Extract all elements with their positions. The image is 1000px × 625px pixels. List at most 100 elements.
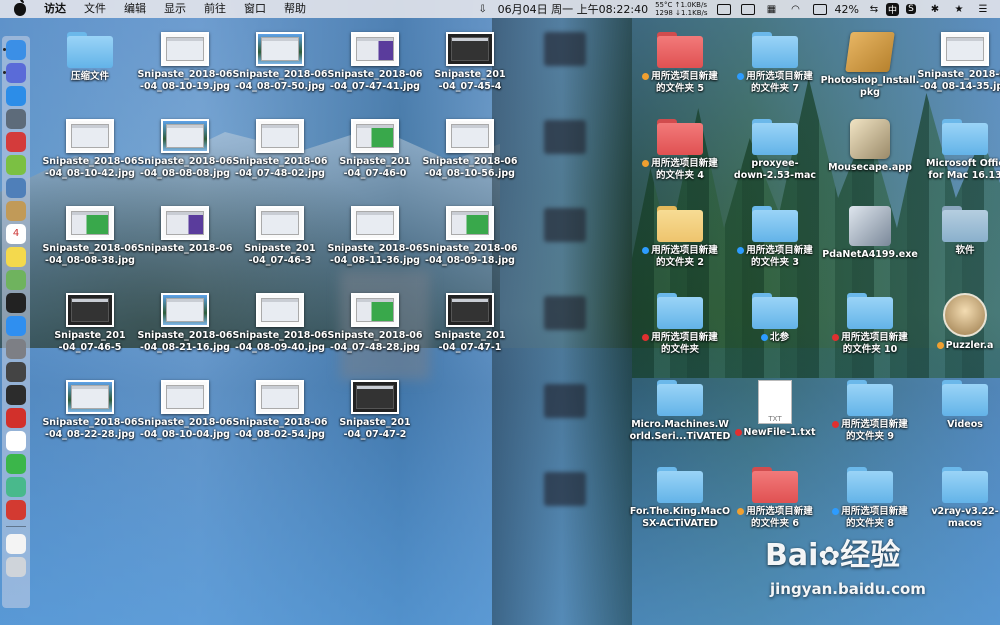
dock-vivaldi-icon[interactable] xyxy=(6,407,26,428)
desktop-folder[interactable]: 用所选项目新建 的文件夹 6 xyxy=(727,467,823,529)
network-stats[interactable]: 55°C ↑1.0KB/s 1298 ↓1.1KB/s xyxy=(651,1,711,17)
desktop[interactable]: 压缩文件 Snipaste_2018-06 -04_08-10-19.jpg Sni… xyxy=(0,18,1000,625)
desktop-file[interactable]: Snipaste_2018-06 -04_08-02-54.jpg xyxy=(232,380,328,440)
desktop-file[interactable]: Snipaste_2018-06 -04_07-48-02.jpg xyxy=(232,119,328,179)
menu-help[interactable]: 帮助 xyxy=(275,0,315,18)
desktop-folder[interactable]: For.The.King.MacO SX-ACTiVATED xyxy=(630,467,730,529)
desktop-file[interactable]: Snipaste_2018-06 -04_08-21-16.jpg xyxy=(137,293,233,353)
dock-yandex-icon[interactable] xyxy=(6,430,26,451)
dock-app-store-icon[interactable] xyxy=(6,315,26,336)
desktop-folder[interactable]: Microsoft Offic for Mac 16.13 xyxy=(917,119,1000,181)
dock-siri-icon[interactable] xyxy=(3,62,26,83)
desktop-file[interactable]: Snipaste_2018-06 -04_08-10-56.jpg xyxy=(422,119,518,179)
dock-activity-icon[interactable] xyxy=(6,361,26,382)
desktop-folder[interactable]: 用所选项目新建 的文件夹 9 xyxy=(822,380,918,442)
display-icon[interactable] xyxy=(716,3,731,15)
paw-icon: ✿ xyxy=(818,542,841,572)
desktop-folder[interactable]: v2ray-v3.22- macos xyxy=(917,467,1000,529)
desktop-folder[interactable]: Micro.Machines.W orld.Seri...TiVATED xyxy=(630,380,730,442)
dock-launchpad-icon[interactable] xyxy=(6,108,26,129)
wifi-icon[interactable]: ◠ xyxy=(789,3,803,15)
dock-terminal-icon[interactable] xyxy=(6,292,26,313)
desktop-folder[interactable]: 用所选项目新建 的文件夹 2 xyxy=(632,206,728,268)
menu-edit[interactable]: 编辑 xyxy=(115,0,155,18)
desktop-file[interactable]: Snipaste_2018-06 xyxy=(137,206,233,255)
desktop-folder[interactable]: 北参 xyxy=(727,293,823,344)
desktop-file[interactable]: Snipaste_2018-06 -04_08-10-04.jpg xyxy=(137,380,233,440)
input-method[interactable]: 中 xyxy=(885,2,899,16)
desktop-folder[interactable]: proxyee- down-2.53-mac xyxy=(727,119,823,181)
apple-icon[interactable] xyxy=(14,0,26,16)
star-icon[interactable]: ★ xyxy=(952,3,966,15)
dock-maps-icon[interactable] xyxy=(6,269,26,290)
desktop-folder[interactable]: 用所选项目新建 的文件夹 7 xyxy=(727,32,823,94)
dock-finder-icon[interactable] xyxy=(3,39,26,60)
dock-notes-book-icon[interactable] xyxy=(6,200,26,221)
desktop-file[interactable]: Snipaste_2018-06 -04_08-09-40.jpg xyxy=(232,293,328,353)
desktop-file[interactable]: Snipaste_2018-06 -04_08-14-35.jpg xyxy=(917,32,1000,92)
dock-netease-music-icon[interactable] xyxy=(6,499,26,520)
desktop-file[interactable]: Snipaste_201 -04_07-47-2 xyxy=(327,380,423,440)
dock-calendar-icon[interactable]: 4 xyxy=(6,223,26,244)
battery-icon[interactable] xyxy=(812,3,827,15)
desktop-file[interactable]: Snipaste_2018-06 -04_07-48-28.jpg xyxy=(327,293,423,353)
desktop-folder[interactable]: 软件 xyxy=(917,206,1000,257)
dock-preview-icon[interactable] xyxy=(6,177,26,198)
menu-go[interactable]: 前往 xyxy=(195,0,235,18)
menu-view[interactable]: 显示 xyxy=(155,0,195,18)
menu-file[interactable]: 文件 xyxy=(75,0,115,18)
desktop-file[interactable]: Snipaste_2018-06 -04_08-07-50.jpg xyxy=(232,32,328,92)
desktop-file[interactable]: Snipaste_2018-06 -04_08-11-36.jpg xyxy=(327,206,423,266)
desktop-file[interactable]: Snipaste_2018-06 -04_07-47-41.jpg xyxy=(327,32,423,92)
dock-wechat-icon[interactable] xyxy=(6,453,26,474)
desktop-folder[interactable]: 用所选项目新建 的文件夹 4 xyxy=(632,119,728,181)
download-icon[interactable]: ⇩ xyxy=(476,3,490,15)
desktop-file[interactable]: Snipaste_201 -04_07-47-1 xyxy=(422,293,518,353)
image-thumbnail-icon xyxy=(66,119,114,153)
dock-document-icon[interactable] xyxy=(6,533,26,554)
dock-stickies-icon[interactable] xyxy=(6,246,26,267)
menu-app-name[interactable]: 访达 xyxy=(35,0,75,18)
desktop-folder[interactable]: 压缩文件 xyxy=(42,32,138,83)
desktop-folder[interactable]: 用所选项目新建 的文件夹 3 xyxy=(727,206,823,268)
desktop-file[interactable]: PdaNetA4199.exe xyxy=(822,206,918,261)
desktop-file[interactable]: Mousecape.app xyxy=(822,119,918,174)
s-icon[interactable]: S xyxy=(904,3,918,15)
desktop-file[interactable]: Photoshop_Install. pkg xyxy=(821,32,919,98)
desktop-file[interactable]: Snipaste_201 -04_07-45-4 xyxy=(422,32,518,92)
desktop-file[interactable]: Snipaste_2018-06 -04_08-10-19.jpg xyxy=(137,32,233,92)
item-label: Snipaste_2018-06 -04_08-10-56.jpg xyxy=(422,156,517,179)
box-icon[interactable] xyxy=(740,3,755,15)
desktop-folder[interactable]: 用所选项目新建 的文件夹 xyxy=(632,293,728,355)
desktop-file[interactable]: Snipaste_2018-06 -04_08-09-18.jpg xyxy=(422,206,518,266)
desktop-file[interactable]: Snipaste_2018-06 -04_08-08-08.jpg xyxy=(137,119,233,179)
desktop-folder[interactable]: 用所选项目新建 的文件夹 5 xyxy=(632,32,728,94)
dock-system-preferences-icon[interactable] xyxy=(6,338,26,359)
dock-eraser-icon[interactable] xyxy=(6,131,26,152)
list-icon[interactable]: ☰ xyxy=(976,3,990,15)
dock-trash-icon[interactable] xyxy=(6,556,26,577)
desktop-file[interactable]: Snipaste_201 -04_07-46-5 xyxy=(42,293,138,353)
bluetooth-icon[interactable]: ✱ xyxy=(928,3,942,15)
desktop-folder[interactable]: 用所选项目新建 的文件夹 10 xyxy=(822,293,918,355)
desktop-file[interactable]: Snipaste_201 -04_07-46-0 xyxy=(327,119,423,179)
thumbnail-window xyxy=(261,37,299,61)
grid-icon[interactable]: ▦ xyxy=(765,3,779,15)
desktop-file[interactable]: TXT NewFile-1.txt xyxy=(727,380,823,439)
desktop-folder[interactable]: 用所选项目新建 的文件夹 8 xyxy=(822,467,918,529)
desktop-file[interactable]: Snipaste_2018-06 -04_08-08-38.jpg xyxy=(42,206,138,266)
dock-safari-icon[interactable] xyxy=(6,85,26,106)
desktop-file[interactable]: Snipaste_201 -04_07-46-3 xyxy=(232,206,328,266)
dock-shadowsocks-icon[interactable] xyxy=(6,476,26,497)
menu-window[interactable]: 窗口 xyxy=(235,0,275,18)
item-label-text: Videos xyxy=(947,419,983,430)
dock-android-icon[interactable] xyxy=(6,154,26,175)
dock-terminal-2-icon[interactable] xyxy=(6,384,26,405)
menubar-datetime[interactable]: 06月04日 周一 上午08:22:40 xyxy=(495,1,651,17)
tab-icon[interactable]: ⇆ xyxy=(867,3,881,15)
desktop-file[interactable]: Snipaste_2018-06 -04_08-22-28.jpg xyxy=(42,380,138,440)
desktop-folder[interactable]: Videos xyxy=(917,380,1000,431)
desktop-file[interactable]: Puzzler.a xyxy=(917,293,1000,352)
desktop-file[interactable]: Snipaste_2018-06 -04_08-10-42.jpg xyxy=(42,119,138,179)
battery-percent[interactable]: 42% xyxy=(832,3,862,16)
